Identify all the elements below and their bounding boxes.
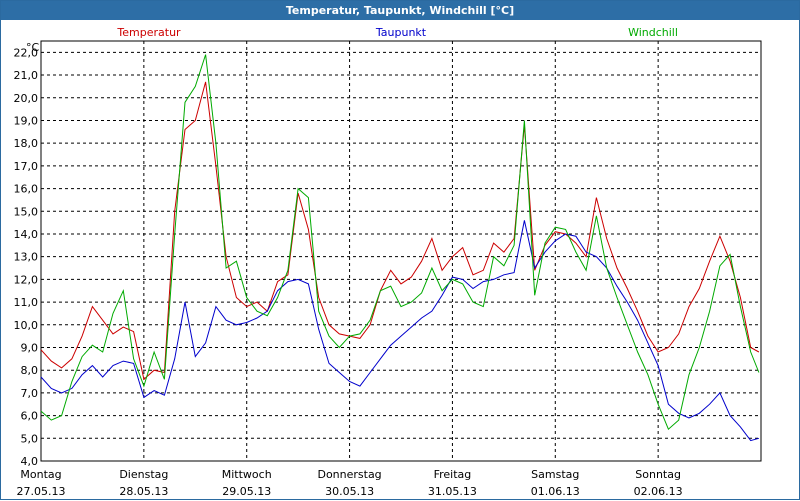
y-tick-label: 19,0 — [14, 114, 39, 127]
chart-window: Temperatur, Taupunkt, Windchill [°C] 4,0… — [0, 0, 800, 500]
x-tick-day: Samstag — [531, 468, 579, 481]
x-tick-day: Dienstag — [119, 468, 168, 481]
line-chart: 4,0 5,0 6,0 7,0 8,0 9,0 10,0 11,0 12,0 13,0 14,0 15… — [14, 26, 762, 498]
x-tick-date: 27.05.13 — [17, 485, 66, 498]
x-tick-date: 29.05.13 — [222, 485, 271, 498]
y-tick-label: 14,0 — [14, 228, 39, 241]
y-axis-unit: °C — [26, 41, 40, 54]
y-tick-label: 13,0 — [14, 251, 39, 264]
y-tick-label: 9,0 — [21, 341, 39, 354]
y-tick-label: 15,0 — [14, 205, 39, 218]
x-tick-day: Donnerstag — [317, 468, 381, 481]
y-tick-label: 8,0 — [21, 364, 39, 377]
legend-windchill: Windchill — [628, 26, 678, 39]
y-tick-label: 12,0 — [14, 273, 39, 286]
y-tick-label: 10,0 — [14, 319, 39, 332]
x-tick-date: 30.05.13 — [325, 485, 374, 498]
y-tick-label: 18,0 — [14, 137, 39, 150]
y-tick-label: 6,0 — [21, 410, 39, 423]
plot-area — [40, 40, 762, 462]
x-tick-day: Montag — [20, 468, 61, 481]
y-axis-ticks: 4,0 5,0 6,0 7,0 8,0 9,0 10,0 11,0 12,0 13,0 14,0 15… — [14, 46, 39, 468]
y-tick-label: 20,0 — [14, 92, 39, 105]
y-tick-label: 7,0 — [21, 387, 39, 400]
x-axis-ticks: Montag 27.05.13 Dienstag 28.05.13 Mittwoch 29… — [17, 468, 683, 498]
x-tick-date: 28.05.13 — [119, 485, 168, 498]
y-tick-label: 21,0 — [14, 69, 39, 82]
y-tick-label: 16,0 — [14, 183, 39, 196]
y-tick-label: 17,0 — [14, 160, 39, 173]
legend-taupunkt: Taupunkt — [375, 26, 427, 39]
x-tick-day: Sonntag — [635, 468, 681, 481]
y-tick-label: 11,0 — [14, 296, 39, 309]
y-tick-label: 5,0 — [21, 432, 39, 445]
legend-temperatur: Temperatur — [116, 26, 181, 39]
x-tick-day: Freitag — [434, 468, 472, 481]
x-tick-date: 01.06.13 — [531, 485, 580, 498]
x-tick-date: 31.05.13 — [428, 485, 477, 498]
x-tick-day: Mittwoch — [222, 468, 272, 481]
x-tick-date: 02.06.13 — [634, 485, 683, 498]
y-tick-label: 4,0 — [21, 455, 39, 468]
